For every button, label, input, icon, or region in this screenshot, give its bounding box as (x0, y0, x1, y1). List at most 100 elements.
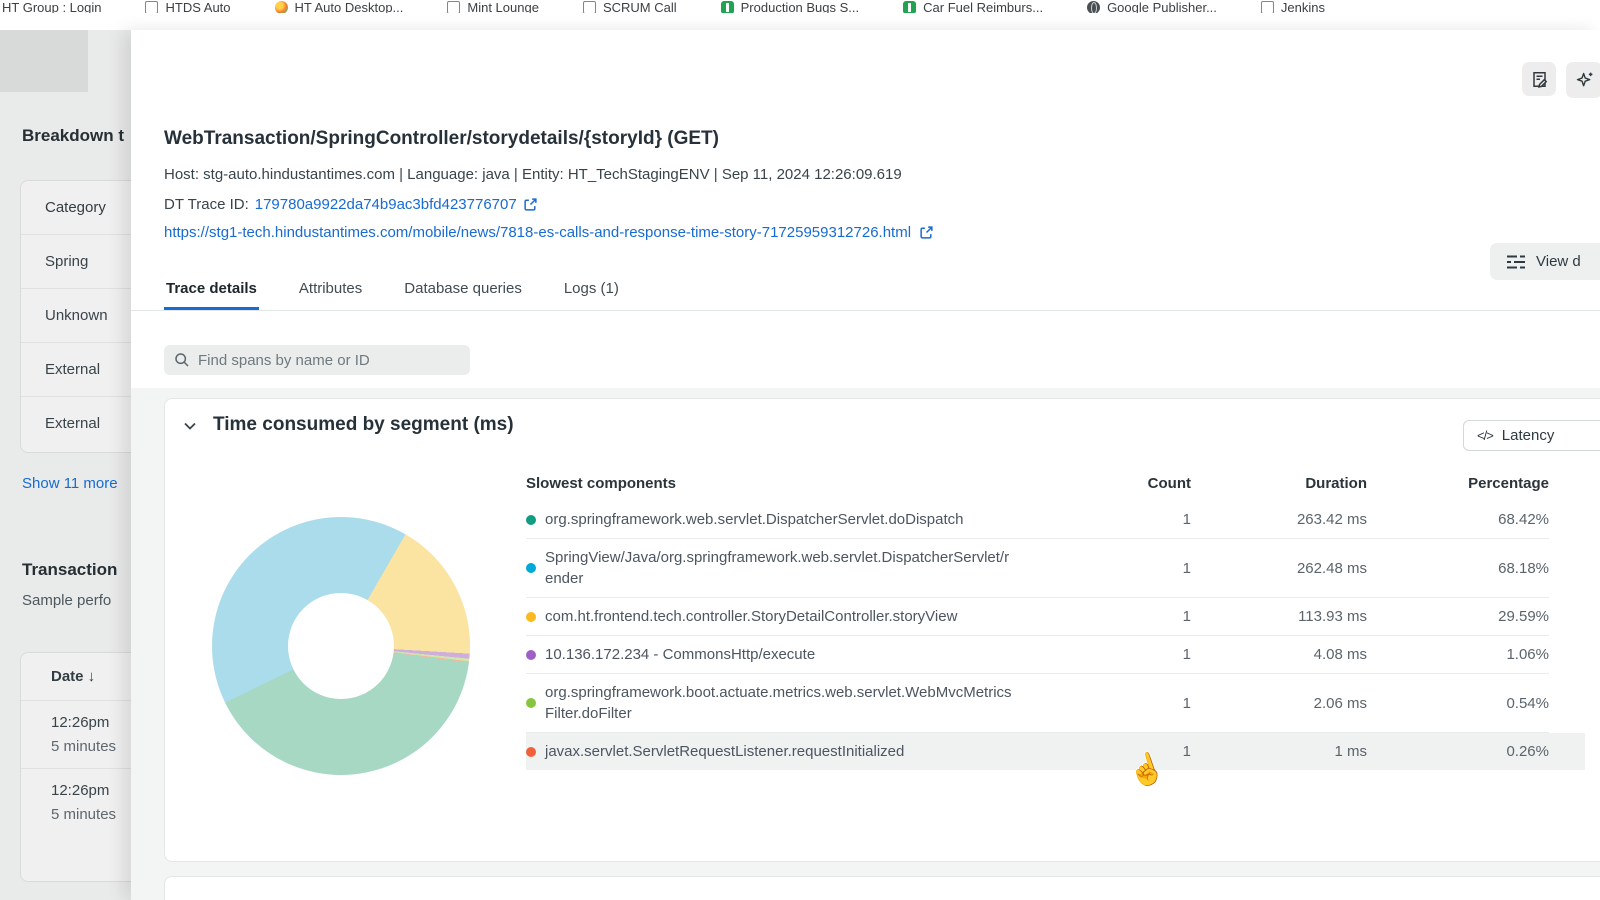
trace-id-label: DT Trace ID: (164, 196, 249, 213)
collapse-chevron-icon[interactable] (183, 421, 197, 431)
background-block (0, 30, 88, 92)
segment-color-dot (526, 563, 536, 573)
sliders-icon (1506, 254, 1526, 270)
bookmark-favicon-icon (721, 1, 734, 14)
component-count: 1 (1071, 743, 1191, 760)
component-percentage: 68.18% (1367, 560, 1549, 577)
ai-assistant-button[interactable] (1566, 62, 1600, 98)
trace-tabs: Trace details Attributes Database querie… (131, 274, 1600, 311)
bookmark-label: HT Auto Desktop... (295, 0, 404, 13)
count-header: Count (1071, 475, 1191, 492)
component-name: SpringView/Java/org.springframework.web.… (545, 547, 1015, 589)
segment-color-dot (526, 698, 536, 708)
segment-color-dot (526, 747, 536, 757)
component-percentage: 0.54% (1367, 695, 1549, 712)
components-table: org.springframework.web.servlet.Dispatch… (526, 501, 1549, 770)
bookmark-label: HT Group : Login (2, 0, 101, 13)
transaction-meta: Host: stg-auto.hindustantimes.com | Lang… (164, 166, 902, 183)
component-name: com.ht.frontend.tech.controller.StoryDet… (545, 606, 957, 627)
bookmark-label: SCRUM Call (603, 0, 677, 13)
components-table-header: Slowest components Count Duration Percen… (526, 475, 1549, 492)
breakdown-sidebar: Breakdown t Category Spring Unknown Exte… (0, 30, 131, 900)
bookmark-label: Mint Lounge (467, 0, 539, 13)
component-name: org.springframework.boot.actuate.metrics… (545, 682, 1015, 724)
bookmark-item[interactable]: Production Bugs S... (721, 0, 860, 13)
component-row[interactable]: org.springframework.boot.actuate.metrics… (526, 674, 1549, 733)
bookmark-favicon-icon (275, 1, 288, 14)
component-percentage: 68.42% (1367, 511, 1549, 528)
component-duration: 263.42 ms (1191, 511, 1367, 528)
component-row[interactable]: com.ht.frontend.tech.controller.StoryDet… (526, 598, 1549, 636)
latency-button[interactable]: </> Latency (1463, 420, 1600, 451)
tab-attributes[interactable]: Attributes (297, 274, 364, 310)
external-link-icon[interactable] (523, 197, 538, 212)
bookmark-item[interactable]: Car Fuel Reimburs... (903, 0, 1043, 13)
component-percentage: 29.59% (1367, 608, 1549, 625)
component-count: 1 (1071, 511, 1191, 528)
component-row[interactable]: SpringView/Java/org.springframework.web.… (526, 539, 1549, 598)
trace-details-panel: WebTransaction/SpringController/storydet… (131, 30, 1600, 900)
bookmark-item[interactable]: HTDS Auto (145, 0, 230, 13)
search-icon (174, 352, 190, 368)
transactions-subtitle: Sample perfo (22, 592, 111, 609)
trace-id-link[interactable]: 179780a9922da74b9ac3bfd423776707 (255, 196, 517, 213)
duration-header: Duration (1191, 475, 1367, 492)
bookmark-label: HTDS Auto (165, 0, 230, 13)
bookmark-favicon-icon (447, 1, 460, 14)
next-section-card (164, 876, 1600, 900)
bookmark-item[interactable]: Jenkins (1261, 0, 1325, 13)
tab-logs-1-[interactable]: Logs (1) (562, 274, 621, 310)
external-link-icon[interactable] (919, 225, 934, 240)
section-title: Time consumed by segment (ms) (213, 414, 514, 436)
bookmark-favicon-icon (145, 1, 158, 14)
name-header: Slowest components (526, 475, 1071, 492)
bookmark-item[interactable]: Mint Lounge (447, 0, 539, 13)
show-more-link[interactable]: Show 11 more (22, 475, 118, 492)
segment-color-dot (526, 612, 536, 622)
time-consumed-card: Time consumed by segment (ms) </> Latenc… (164, 398, 1600, 862)
component-percentage: 1.06% (1367, 646, 1549, 663)
transactions-title: Transaction (22, 560, 117, 580)
component-percentage: 0.26% (1367, 743, 1549, 760)
component-duration: 4.08 ms (1191, 646, 1367, 663)
transaction-title: WebTransaction/SpringController/storydet… (164, 128, 719, 150)
component-duration: 262.48 ms (1191, 560, 1367, 577)
component-count: 1 (1071, 608, 1191, 625)
component-row[interactable]: javax.servlet.ServletRequestListener.req… (526, 733, 1585, 770)
browser-bookmarks-bar: HT Group : Login HTDS Auto HT Auto Deskt… (0, 0, 1600, 13)
bookmark-favicon-icon (1087, 1, 1100, 14)
component-count: 1 (1071, 646, 1191, 663)
bookmark-item[interactable]: HT Auto Desktop... (275, 0, 404, 13)
percentage-header: Percentage (1367, 475, 1549, 492)
page-url-link[interactable]: https://stg1-tech.hindustantimes.com/mob… (164, 224, 911, 241)
bookmark-label: Jenkins (1281, 0, 1325, 13)
segment-donut-chart[interactable] (212, 517, 470, 775)
notes-button[interactable] (1522, 62, 1556, 96)
tab-trace-details[interactable]: Trace details (164, 274, 259, 310)
component-duration: 113.93 ms (1191, 608, 1367, 625)
bookmark-label: Production Bugs S... (741, 0, 860, 13)
bookmark-item[interactable]: SCRUM Call (583, 0, 677, 13)
span-search[interactable] (164, 345, 470, 375)
notes-edit-icon (1530, 70, 1549, 89)
bookmark-favicon-icon (1261, 1, 1274, 14)
segment-color-dot (526, 515, 536, 525)
component-name: javax.servlet.ServletRequestListener.req… (545, 741, 904, 762)
sparkle-icon (1574, 70, 1595, 91)
view-details-label: View d (1536, 253, 1581, 270)
bookmark-favicon-icon (903, 1, 916, 14)
bookmark-item[interactable]: HT Group : Login (2, 0, 101, 13)
latency-label: Latency (1502, 427, 1555, 444)
bookmark-item[interactable]: Google Publisher... (1087, 0, 1217, 13)
search-input[interactable] (198, 352, 460, 369)
code-icon: </> (1477, 428, 1493, 443)
component-duration: 1 ms (1191, 743, 1367, 760)
donut-hole (288, 593, 394, 699)
component-name: 10.136.172.234 - CommonsHttp/execute (545, 644, 815, 665)
bookmark-favicon-icon (583, 1, 596, 14)
component-row[interactable]: org.springframework.web.servlet.Dispatch… (526, 501, 1549, 539)
component-duration: 2.06 ms (1191, 695, 1367, 712)
component-row[interactable]: 10.136.172.234 - CommonsHttp/execute 1 4… (526, 636, 1549, 674)
tab-database-queries[interactable]: Database queries (402, 274, 524, 310)
component-name: org.springframework.web.servlet.Dispatch… (545, 509, 964, 530)
